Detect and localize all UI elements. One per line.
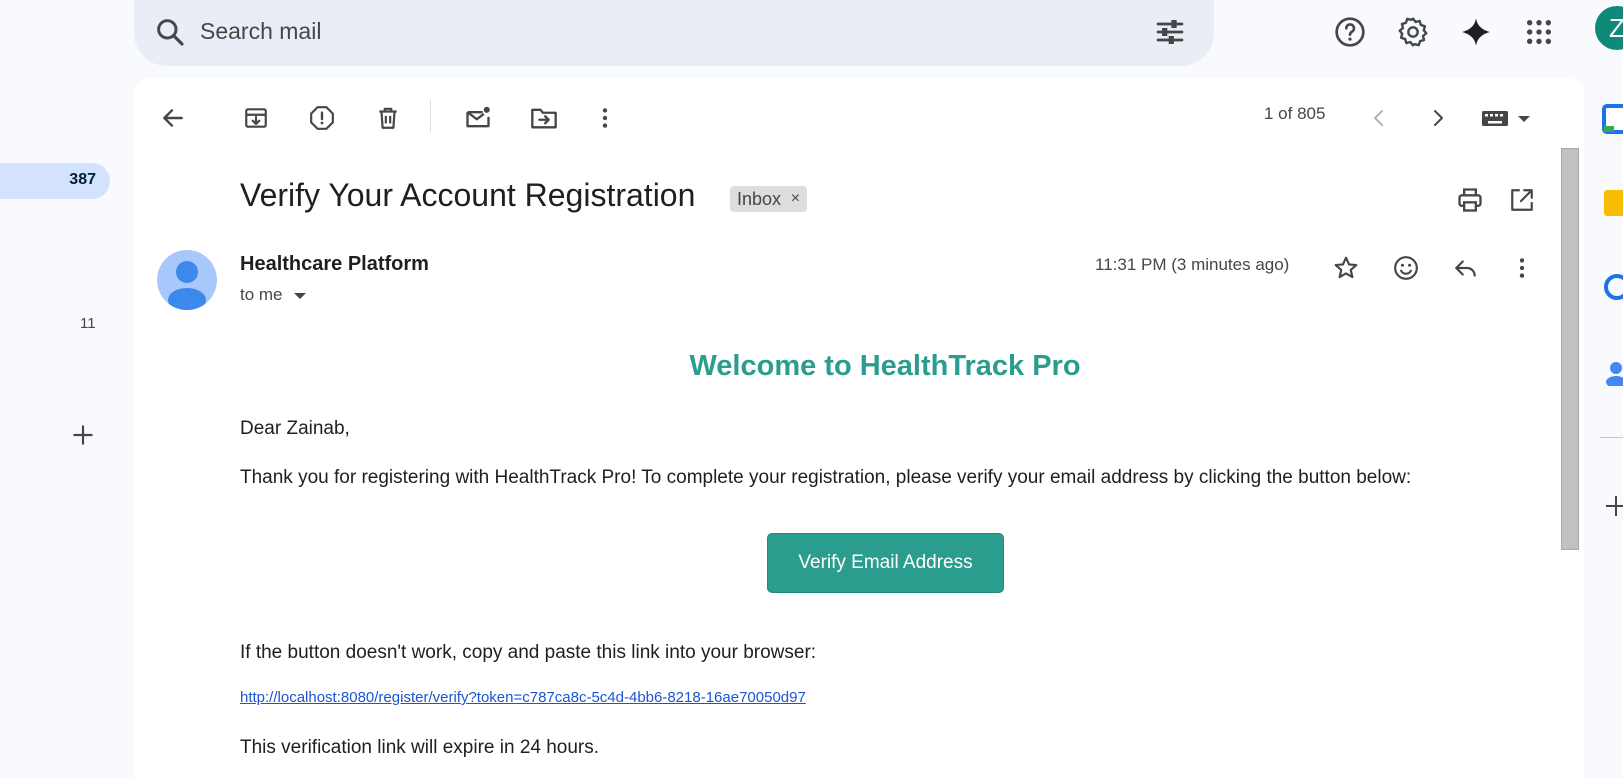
settings-icon[interactable] (1393, 12, 1433, 52)
inbox-count: 387 (69, 171, 96, 188)
print-icon[interactable] (1450, 180, 1490, 220)
next-icon[interactable] (1418, 98, 1458, 138)
archive-icon[interactable] (236, 98, 276, 138)
delete-icon[interactable] (368, 98, 408, 138)
inbox-nav-item[interactable]: 387 (0, 163, 110, 199)
contacts-app-icon[interactable] (1602, 356, 1623, 386)
email-heading: Welcome to HealthTrack Pro (689, 350, 1081, 382)
side-panel-divider (1600, 437, 1623, 438)
help-icon[interactable] (1330, 12, 1370, 52)
report-spam-icon[interactable] (302, 98, 342, 138)
toolbar-divider (430, 100, 431, 132)
account-avatar[interactable]: Z (1595, 6, 1623, 50)
search-icon[interactable] (154, 16, 186, 48)
calendar-app-icon[interactable] (1602, 104, 1623, 134)
email-timestamp: 11:31 PM (3 minutes ago) (1095, 255, 1290, 274)
inbox-label-chip[interactable]: Inbox × (730, 186, 808, 212)
open-new-window-icon[interactable] (1502, 180, 1542, 220)
scrollbar[interactable] (1561, 148, 1579, 550)
star-icon[interactable] (1326, 248, 1366, 288)
email-subject: Verify Your Account Registration (240, 177, 696, 213)
emoji-icon[interactable] (1386, 248, 1426, 288)
chevron-down-icon[interactable] (293, 291, 307, 301)
mark-unread-icon[interactable] (458, 98, 498, 138)
email-fallback-text: If the button doesn't work, copy and pas… (240, 642, 817, 663)
reply-icon[interactable] (1446, 248, 1486, 288)
search-input[interactable]: Search mail (200, 18, 321, 45)
sender-avatar (157, 250, 217, 310)
email-greeting: Dear Zainab, (240, 418, 350, 439)
prev-icon[interactable] (1359, 98, 1399, 138)
tasks-app-icon[interactable] (1602, 272, 1623, 302)
search-bar[interactable]: Search mail (134, 0, 1214, 66)
more-icon[interactable] (585, 98, 625, 138)
recipient-toggle[interactable]: to me (240, 285, 307, 305)
remove-label-icon[interactable]: × (791, 186, 800, 212)
move-to-icon[interactable] (524, 98, 564, 138)
verification-link[interactable]: http://localhost:8080/register/verify?to… (240, 689, 806, 706)
verify-email-button[interactable]: Verify Email Address (767, 533, 1004, 593)
email-intro: Thank you for registering with HealthTra… (240, 467, 1412, 488)
filter-icon[interactable] (1154, 16, 1186, 48)
pager-text: 1 of 805 (1264, 104, 1326, 123)
gemini-icon[interactable] (1456, 12, 1496, 52)
keyboard-icon[interactable] (1480, 98, 1536, 138)
label-text: Inbox (737, 189, 782, 209)
nav-item-count: 11 (80, 315, 96, 332)
sender-name[interactable]: Healthcare Platform (240, 253, 429, 276)
back-icon[interactable] (153, 98, 193, 138)
message-more-icon[interactable] (1502, 248, 1542, 288)
recipient-text: to me (240, 285, 283, 304)
apps-icon[interactable] (1519, 12, 1559, 52)
add-app-plus-icon[interactable] (1602, 490, 1623, 520)
keep-app-icon[interactable] (1602, 188, 1623, 218)
email-expiry-text: This verification link will expire in 24… (240, 737, 600, 758)
plus-icon[interactable] (70, 422, 96, 448)
